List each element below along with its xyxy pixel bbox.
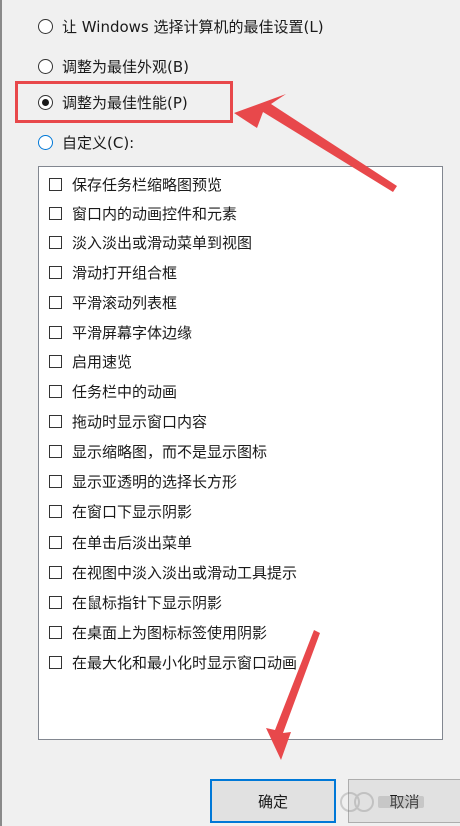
checkbox[interactable]: [49, 504, 62, 518]
checkbox-label: 窗口内的动画控件和元素: [72, 204, 238, 223]
list-item[interactable]: 启用速览: [49, 350, 132, 372]
checkbox-label: 滑动打开组合框: [72, 263, 178, 282]
checkbox-label: 在鼠标指针下显示阴影: [72, 593, 223, 612]
checkbox[interactable]: [49, 206, 62, 220]
checkbox-label: 在单击后淡出菜单: [72, 533, 193, 552]
checkbox[interactable]: [49, 325, 62, 339]
checkbox[interactable]: [49, 414, 62, 428]
checkbox-label: 保存任务栏缩略图预览: [72, 175, 223, 194]
checkbox[interactable]: [49, 295, 62, 309]
checkbox-label: 在最大化和最小化时显示窗口动画: [72, 653, 298, 672]
radio-button[interactable]: [38, 134, 53, 150]
checkbox[interactable]: [49, 444, 62, 458]
checkbox[interactable]: [49, 595, 62, 609]
list-item[interactable]: 任务栏中的动画: [49, 380, 177, 402]
list-item[interactable]: 显示亚透明的选择长方形: [49, 470, 237, 492]
checkbox[interactable]: [49, 535, 62, 549]
checkbox-label: 在窗口下显示阴影: [72, 502, 193, 521]
checkbox-label: 显示缩略图，而不是显示图标: [72, 442, 268, 461]
checkbox-label: 平滑屏幕字体边缘: [72, 323, 193, 342]
list-item[interactable]: 淡入淡出或滑动菜单到视图: [49, 231, 252, 253]
list-item[interactable]: 在桌面上为图标标签使用阴影: [49, 621, 267, 643]
checkbox-label: 任务栏中的动画: [72, 382, 178, 401]
radio-label: 自定义(C):: [62, 133, 135, 152]
checkbox-label: 启用速览: [72, 352, 133, 371]
list-item[interactable]: 保存任务栏缩略图预览: [49, 173, 222, 195]
list-item[interactable]: 平滑滚动列表框: [49, 291, 177, 313]
radio-custom[interactable]: 自定义(C):: [38, 130, 134, 154]
list-item[interactable]: 在视图中淡入淡出或滑动工具提示: [49, 561, 297, 583]
ok-button[interactable]: 确定: [210, 779, 336, 823]
checkbox[interactable]: [49, 177, 62, 191]
radio-button[interactable]: [38, 58, 53, 74]
list-item[interactable]: 平滑屏幕字体边缘: [49, 321, 192, 343]
checkbox-label: 在视图中淡入淡出或滑动工具提示: [72, 563, 298, 582]
checkbox[interactable]: [49, 565, 62, 579]
checkbox-label: 显示亚透明的选择长方形: [72, 472, 238, 491]
checkbox[interactable]: [49, 354, 62, 368]
list-item[interactable]: 窗口内的动画控件和元素: [49, 202, 237, 224]
checkbox-label: 平滑滚动列表框: [72, 293, 178, 312]
checkbox[interactable]: [49, 474, 62, 488]
radio-best-appearance[interactable]: 调整为最佳外观(B): [38, 54, 189, 78]
list-item[interactable]: 在最大化和最小化时显示窗口动画: [49, 651, 297, 673]
checkbox[interactable]: [49, 625, 62, 639]
list-item[interactable]: 拖动时显示窗口内容: [49, 410, 207, 432]
radio-let-windows-choose[interactable]: 让 Windows 选择计算机的最佳设置(L): [38, 14, 324, 38]
checkbox[interactable]: [49, 235, 62, 249]
checkbox-label: 淡入淡出或滑动菜单到视图: [72, 233, 253, 252]
checkbox-label: 拖动时显示窗口内容: [72, 412, 208, 431]
list-item[interactable]: 显示缩略图，而不是显示图标: [49, 440, 267, 462]
list-item[interactable]: 滑动打开组合框: [49, 261, 177, 283]
list-item[interactable]: 在窗口下显示阴影: [49, 500, 192, 522]
visual-effects-list[interactable]: 保存任务栏缩略图预览 窗口内的动画控件和元素 淡入淡出或滑动菜单到视图 滑动打开…: [38, 166, 443, 740]
checkbox-label: 在桌面上为图标标签使用阴影: [72, 623, 268, 642]
cancel-button[interactable]: 取消: [348, 779, 460, 823]
annotation-highlight-box: [15, 81, 233, 123]
dialog-left-border: [0, 0, 2, 826]
checkbox[interactable]: [49, 384, 62, 398]
list-item[interactable]: 在鼠标指针下显示阴影: [49, 591, 222, 613]
list-item[interactable]: 在单击后淡出菜单: [49, 531, 192, 553]
checkbox[interactable]: [49, 265, 62, 279]
radio-label: 调整为最佳外观(B): [62, 57, 189, 76]
radio-button[interactable]: [38, 18, 53, 34]
checkbox[interactable]: [49, 655, 62, 669]
radio-label: 让 Windows 选择计算机的最佳设置(L): [62, 17, 324, 36]
